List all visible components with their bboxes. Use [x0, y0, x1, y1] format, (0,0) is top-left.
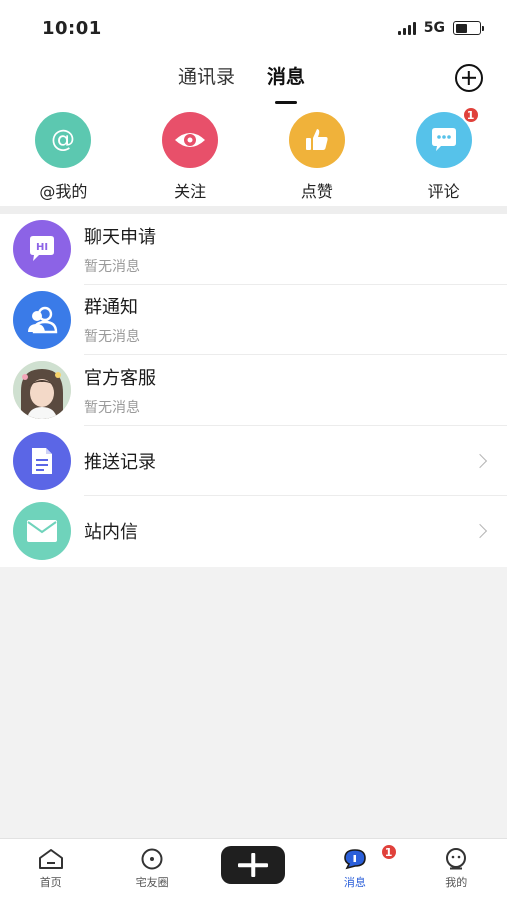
message-list: HI 聊天申请 暂无消息 群通知 暂无消息 官方客服 暂无消息 推送记录 站内信: [0, 214, 507, 567]
quick-action-at-me[interactable]: @ @我的: [0, 108, 126, 206]
quick-actions: @ @我的 关注 点赞 1 评论: [0, 106, 507, 206]
message-badge: 1: [379, 843, 398, 861]
tab-contacts[interactable]: 通讯录: [178, 64, 235, 94]
list-item-push-records[interactable]: 推送记录: [0, 426, 507, 497]
list-item-chat-request[interactable]: HI 聊天申请 暂无消息: [0, 214, 507, 285]
quick-action-label: 关注: [174, 182, 207, 201]
group-icon: [13, 290, 71, 349]
nav-label: 首页: [39, 876, 62, 889]
status-indicators: 5G: [397, 20, 484, 36]
chat-hi-icon: HI: [13, 220, 71, 279]
list-item-subtitle: 暂无消息: [84, 399, 140, 416]
quick-action-likes[interactable]: 点赞: [254, 108, 380, 206]
list-item-group-notice[interactable]: 群通知 暂无消息: [0, 285, 507, 356]
nav-home[interactable]: 首页: [0, 839, 101, 900]
quick-action-label: @我的: [39, 182, 88, 201]
nav-create[interactable]: [203, 839, 304, 900]
tab-messages[interactable]: 消息: [267, 64, 305, 94]
list-item-subtitle: 暂无消息: [84, 329, 140, 346]
at-icon: @: [35, 112, 92, 168]
mail-icon: [13, 502, 71, 561]
nav-messages[interactable]: 1 消息: [304, 839, 405, 900]
bottom-nav: 首页 宅友圈 1 消息 我的: [0, 838, 507, 900]
list-item-title: 群通知: [84, 297, 138, 319]
service-avatar: [13, 361, 71, 420]
quick-action-follow[interactable]: 关注: [127, 108, 253, 206]
circle-dot-icon: [141, 848, 163, 870]
nav-label: 我的: [445, 876, 468, 889]
signal-icon: [397, 21, 416, 35]
eye-icon: [162, 112, 219, 168]
svg-text:@: @: [51, 125, 75, 153]
plus-icon: [221, 846, 286, 884]
quick-action-label: 评论: [427, 182, 460, 201]
quick-action-comments[interactable]: 1 评论: [381, 106, 507, 206]
thumbs-up-icon: [288, 112, 345, 168]
list-item-subtitle: 暂无消息: [84, 258, 140, 275]
network-type: 5G: [423, 20, 445, 36]
svg-text:HI: HI: [36, 242, 48, 253]
nav-label: 消息: [343, 876, 366, 889]
nav-profile[interactable]: 我的: [406, 839, 507, 900]
list-item-title: 推送记录: [84, 451, 156, 473]
header-tabs: 通讯录 消息: [178, 64, 305, 94]
quick-action-label: 点赞: [300, 182, 333, 201]
battery-icon: [453, 21, 484, 35]
list-item-site-mail[interactable]: 站内信: [0, 496, 507, 567]
document-icon: [13, 431, 71, 490]
header: 通讯录 消息: [0, 56, 507, 108]
list-item-title: 官方客服: [84, 367, 156, 389]
message-icon: [344, 849, 366, 870]
comment-badge: 1: [461, 106, 480, 124]
list-item-official-service[interactable]: 官方客服 暂无消息: [0, 355, 507, 426]
status-time: 10:01: [42, 17, 102, 39]
comment-icon: 1: [415, 106, 480, 168]
profile-icon: [446, 848, 467, 870]
list-item-title: 聊天申请: [84, 226, 156, 248]
section-divider: [0, 206, 507, 214]
nav-circle[interactable]: 宅友圈: [101, 839, 202, 900]
status-bar: 10:01 5G: [0, 0, 507, 56]
nav-label: 宅友圈: [135, 876, 169, 889]
home-icon: [38, 849, 63, 869]
list-item-title: 站内信: [84, 522, 138, 544]
add-circle-icon[interactable]: [455, 64, 483, 92]
